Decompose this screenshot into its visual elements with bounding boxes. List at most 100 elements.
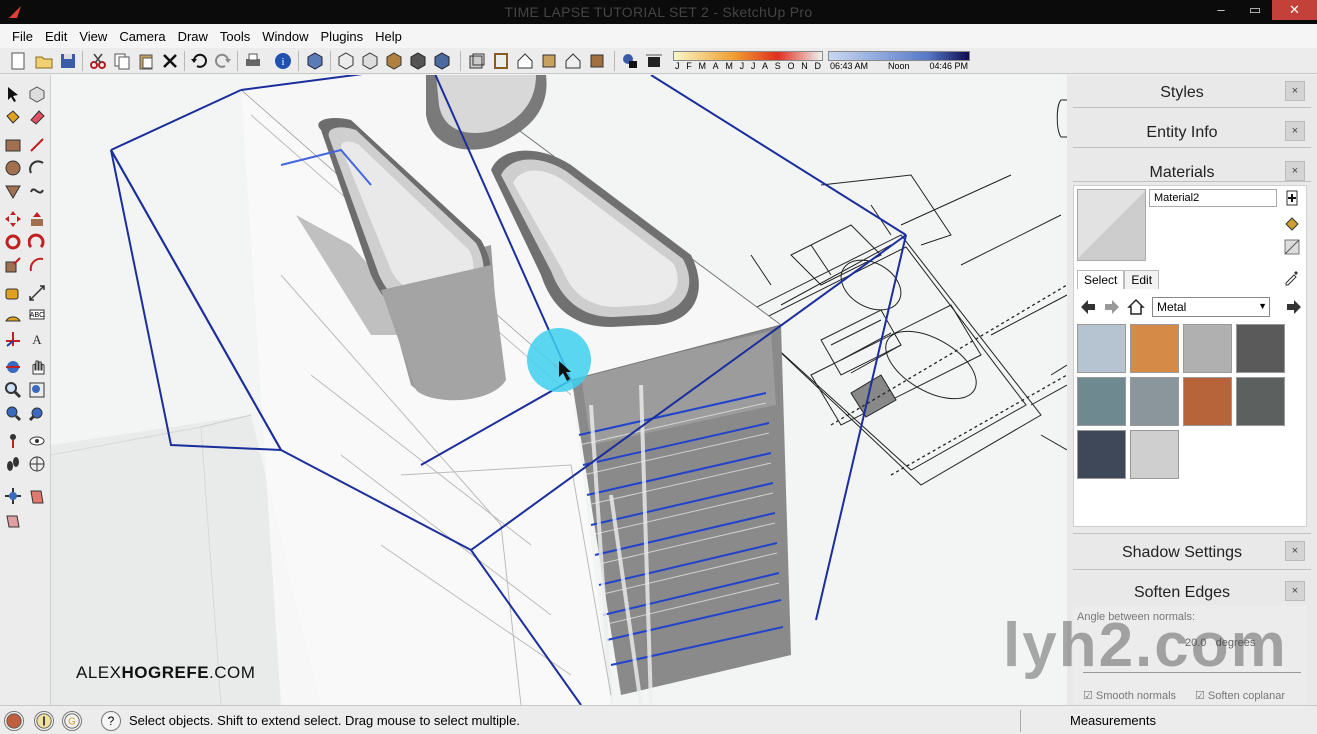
credits-icon[interactable] <box>34 711 54 731</box>
textured-style-icon[interactable] <box>587 51 607 71</box>
menu-view[interactable]: View <box>73 29 113 44</box>
home-icon[interactable] <box>1127 298 1145 316</box>
shadow-time-slider[interactable] <box>828 51 970 61</box>
material-swatch[interactable] <box>1077 324 1126 373</box>
model-viewport[interactable]: ALEXHOGREFE.COM <box>51 75 1067 705</box>
soften-edges-close-button[interactable]: × <box>1285 581 1305 601</box>
redo-icon[interactable] <box>213 51 233 71</box>
interact-tool-icon[interactable] <box>4 487 22 505</box>
menu-tools[interactable]: Tools <box>214 29 256 44</box>
material-swatch[interactable] <box>1130 324 1179 373</box>
google-sign-in-icon[interactable]: G <box>62 711 82 731</box>
material-collection-select[interactable]: Metal ▼ <box>1152 297 1270 317</box>
3d-text-tool-icon[interactable]: A <box>28 330 46 348</box>
select-tool-icon[interactable] <box>4 85 22 103</box>
save-icon[interactable] <box>58 51 78 71</box>
erase-icon[interactable] <box>160 51 180 71</box>
model-info-icon[interactable]: i <box>273 51 293 71</box>
look-around-tool-icon[interactable] <box>28 432 46 450</box>
tape-measure-tool-icon[interactable] <box>4 284 22 302</box>
eyedropper-icon[interactable] <box>1283 268 1301 286</box>
entity-info-close-button[interactable]: × <box>1285 121 1305 141</box>
material-swatch[interactable] <box>1077 430 1126 479</box>
help-icon[interactable]: ? <box>101 711 121 731</box>
tab-select[interactable]: Select <box>1077 270 1125 289</box>
zoom-extents-tool-icon[interactable] <box>4 404 22 422</box>
smooth-normals-checkbox[interactable]: ☑ Smooth normals <box>1083 689 1176 702</box>
material-name-field[interactable]: Material2 <box>1149 189 1277 207</box>
scale-tool-icon[interactable] <box>4 256 22 274</box>
back-view-icon[interactable] <box>408 51 428 71</box>
copy-icon[interactable] <box>112 51 132 71</box>
open-file-icon[interactable] <box>34 51 54 71</box>
menu-help[interactable]: Help <box>369 29 408 44</box>
new-file-icon[interactable] <box>8 51 28 71</box>
move-tool-icon[interactable] <box>4 210 22 228</box>
material-swatch[interactable] <box>1130 430 1179 479</box>
sample-paint-icon[interactable] <box>1283 214 1301 232</box>
forward-arrow-icon[interactable] <box>1103 298 1121 316</box>
menu-file[interactable]: File <box>6 29 39 44</box>
menu-edit[interactable]: Edit <box>39 29 73 44</box>
material-swatch[interactable] <box>1077 377 1126 426</box>
menu-draw[interactable]: Draw <box>172 29 214 44</box>
default-material-icon[interactable] <box>1283 238 1301 256</box>
zoom-tool-icon[interactable] <box>4 381 22 399</box>
display-shadows-icon[interactable] <box>644 51 664 71</box>
rectangle-tool-icon[interactable] <box>4 136 22 154</box>
details-arrow-icon[interactable] <box>1285 298 1303 316</box>
polygon-tool-icon[interactable] <box>4 182 22 200</box>
zoom-window-tool-icon[interactable] <box>28 381 46 399</box>
orbit-tool-icon[interactable] <box>4 358 22 376</box>
paste-icon[interactable] <box>136 51 156 71</box>
line-tool-icon[interactable] <box>28 136 46 154</box>
styles-close-button[interactable]: × <box>1285 81 1305 101</box>
front-view-icon[interactable] <box>360 51 380 71</box>
rotate-tool-icon[interactable] <box>4 233 22 251</box>
materials-close-button[interactable]: × <box>1285 161 1305 181</box>
menu-plugins[interactable]: Plugins <box>315 29 370 44</box>
previous-view-tool-icon[interactable] <box>28 404 46 422</box>
shadow-settings-close-button[interactable]: × <box>1285 541 1305 561</box>
create-material-icon[interactable] <box>1283 189 1301 207</box>
minimize-button[interactable]: – <box>1204 0 1238 20</box>
wireframe-style-icon[interactable] <box>491 51 511 71</box>
pan-tool-icon[interactable] <box>28 358 46 376</box>
shaded-style-icon[interactable] <box>539 51 559 71</box>
circle-tool-icon[interactable] <box>4 159 22 177</box>
offset-tool-icon[interactable] <box>28 256 46 274</box>
tab-edit[interactable]: Edit <box>1124 270 1160 289</box>
dimension-tool-icon[interactable] <box>28 284 46 302</box>
hidden-line-style-icon[interactable] <box>515 51 535 71</box>
smoove-tool-icon[interactable] <box>4 511 22 529</box>
monochrome-style-icon[interactable] <box>563 51 583 71</box>
section-plane-tool-icon[interactable] <box>28 455 46 473</box>
top-view-icon[interactable] <box>336 51 356 71</box>
material-swatch[interactable] <box>1130 377 1179 426</box>
freehand-tool-icon[interactable] <box>28 182 46 200</box>
geo-location-icon[interactable] <box>4 711 24 731</box>
push-pull-tool-icon[interactable] <box>28 210 46 228</box>
shadow-settings-icon[interactable] <box>620 51 640 71</box>
maximize-button[interactable]: ▭ <box>1238 0 1272 20</box>
xray-face-style-icon[interactable] <box>467 51 487 71</box>
cut-icon[interactable] <box>88 51 108 71</box>
material-swatch[interactable] <box>1236 377 1285 426</box>
close-window-button[interactable]: ✕ <box>1272 0 1317 20</box>
back-arrow-icon[interactable] <box>1079 298 1097 316</box>
follow-me-tool-icon[interactable] <box>28 233 46 251</box>
material-swatch[interactable] <box>1236 324 1285 373</box>
menu-camera[interactable]: Camera <box>113 29 171 44</box>
position-camera-tool-icon[interactable] <box>4 432 22 450</box>
material-swatch[interactable] <box>1183 377 1232 426</box>
menu-window[interactable]: Window <box>256 29 314 44</box>
paint-bucket-tool-icon[interactable] <box>4 108 22 126</box>
arc-tool-icon[interactable] <box>28 159 46 177</box>
axes-tool-icon[interactable] <box>4 330 22 348</box>
iso-view-icon[interactable] <box>305 51 325 71</box>
print-icon[interactable] <box>243 51 263 71</box>
left-view-icon[interactable] <box>432 51 452 71</box>
protractor-tool-icon[interactable] <box>4 307 22 325</box>
undo-icon[interactable] <box>189 51 209 71</box>
entity-info-panel-header[interactable]: Entity Info × <box>1067 115 1317 151</box>
